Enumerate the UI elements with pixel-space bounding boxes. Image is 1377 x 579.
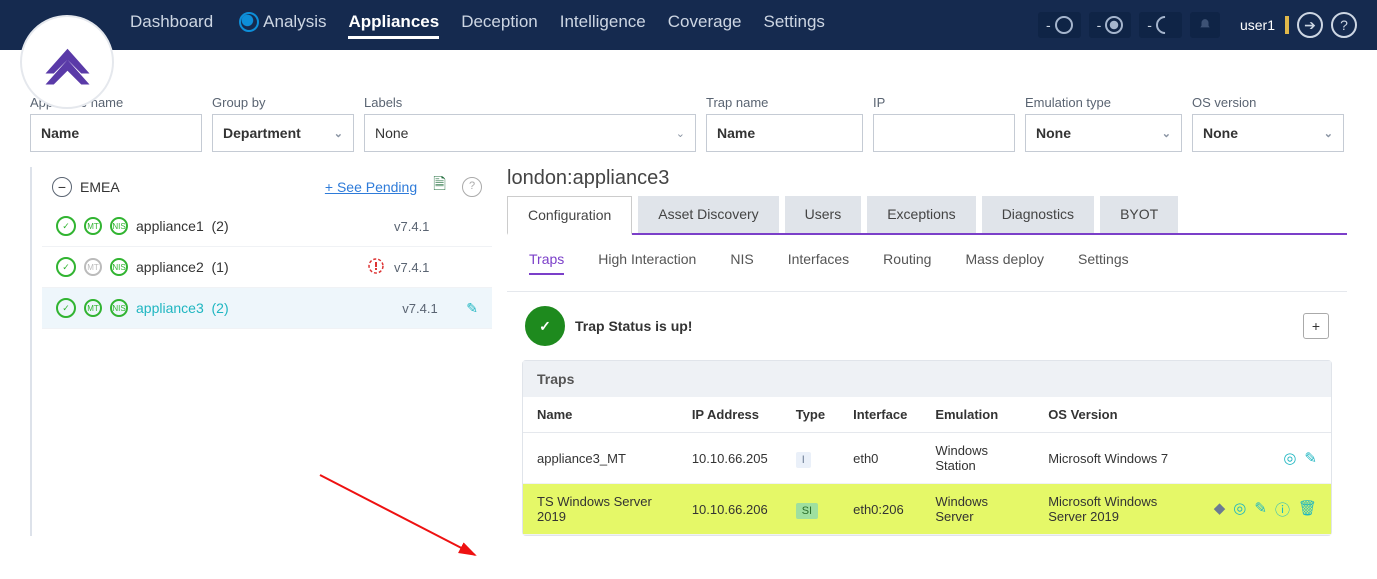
filter-label: Emulation type bbox=[1025, 95, 1182, 110]
analysis-ring-icon bbox=[239, 12, 259, 32]
logout-button[interactable]: ➔ bbox=[1297, 12, 1323, 38]
traps-table: Name IP Address Type Interface Emulation… bbox=[523, 397, 1331, 535]
tab-diagnostics[interactable]: Diagnostics bbox=[982, 196, 1094, 233]
badge-mt-icon: MT bbox=[84, 217, 102, 235]
tag-icon[interactable]: ◆ bbox=[1214, 499, 1226, 520]
chevron-down-icon: ⌄ bbox=[1162, 127, 1171, 140]
appliance-name-input[interactable]: Name bbox=[30, 114, 202, 152]
nav-intelligence[interactable]: Intelligence bbox=[560, 12, 646, 39]
subtab-mass-deploy[interactable]: Mass deploy bbox=[965, 251, 1044, 275]
status-pill-1[interactable]: - bbox=[1038, 12, 1081, 38]
status-ok-icon: ✓ bbox=[56, 257, 76, 277]
filter-label: IP bbox=[873, 95, 1015, 110]
target-icon[interactable]: ◎ bbox=[1233, 499, 1246, 520]
appliance-tree: − EMEA + See Pending 🗎 ? ✓ MT NIS applia… bbox=[30, 167, 492, 536]
dot-circle-icon bbox=[1105, 16, 1123, 34]
top-nav-bar: Dashboard Analysis Appliances Deception … bbox=[0, 0, 1377, 50]
partial-circle-icon bbox=[1152, 12, 1177, 37]
detail-title: london:appliance3 bbox=[507, 167, 1347, 190]
type-badge: SI bbox=[796, 503, 818, 519]
emulation-select[interactable]: None⌄ bbox=[1025, 114, 1182, 152]
os-select[interactable]: None⌄ bbox=[1192, 114, 1344, 152]
see-pending-link[interactable]: + See Pending bbox=[325, 179, 417, 195]
group-by-select[interactable]: Department⌄ bbox=[212, 114, 354, 152]
circle-icon bbox=[1055, 16, 1073, 34]
edit-icon[interactable]: ✎ bbox=[466, 300, 478, 317]
col-type[interactable]: Type bbox=[782, 397, 839, 433]
help-button[interactable]: ? bbox=[1331, 12, 1357, 38]
status-ok-icon: ✓ bbox=[56, 216, 76, 236]
nav-analysis[interactable]: Analysis bbox=[235, 12, 326, 39]
chevron-down-icon: ⌄ bbox=[334, 127, 343, 140]
badge-mt-icon: MT bbox=[84, 299, 102, 317]
trap-row[interactable]: appliance3_MT 10.10.66.205 I eth0 Window… bbox=[523, 433, 1331, 484]
tab-configuration[interactable]: Configuration bbox=[507, 196, 632, 235]
subtab-traps[interactable]: Traps bbox=[529, 251, 564, 275]
filter-bar: Appliance nameName Group byDepartment⌄ L… bbox=[0, 50, 1377, 167]
nav-appliances[interactable]: Appliances bbox=[348, 12, 439, 39]
nav-dashboard[interactable]: Dashboard bbox=[130, 12, 213, 39]
subtab-interfaces[interactable]: Interfaces bbox=[788, 251, 849, 275]
user-label[interactable]: user1 bbox=[1240, 17, 1275, 33]
labels-select[interactable]: None⌄ bbox=[364, 114, 696, 152]
badge-nis-icon: NIS bbox=[110, 258, 128, 276]
nav-coverage[interactable]: Coverage bbox=[668, 12, 742, 39]
col-ip[interactable]: IP Address bbox=[678, 397, 782, 433]
trap-name-input[interactable]: Name bbox=[706, 114, 863, 152]
delete-icon[interactable]: 🗑 bbox=[1298, 499, 1317, 520]
status-text: Trap Status is up! bbox=[575, 318, 692, 334]
user-divider-icon bbox=[1285, 16, 1289, 34]
ip-input[interactable] bbox=[873, 114, 1015, 152]
appliance-row-selected[interactable]: ✓ MT NIS appliance3 (2) v7.4.1 ✎ bbox=[42, 288, 492, 329]
filter-label: Group by bbox=[212, 95, 354, 110]
status-pill-3[interactable]: - bbox=[1139, 12, 1182, 38]
filter-label: Labels bbox=[364, 95, 696, 110]
nav-deception[interactable]: Deception bbox=[461, 12, 538, 39]
appliance-row[interactable]: ✓ MT NIS appliance2 (1) v7.4.1 bbox=[42, 247, 492, 288]
export-excel-icon[interactable]: 🗎 bbox=[433, 173, 446, 200]
subtab-routing[interactable]: Routing bbox=[883, 251, 931, 275]
target-icon[interactable]: ◎ bbox=[1283, 449, 1296, 467]
traps-section-header: Traps bbox=[523, 361, 1331, 397]
group-name: EMEA bbox=[80, 179, 120, 195]
info-icon[interactable]: ⓘ bbox=[1275, 499, 1290, 520]
nav-settings[interactable]: Settings bbox=[763, 12, 824, 39]
brand-logo bbox=[20, 15, 114, 109]
badge-nis-icon: NIS bbox=[110, 299, 128, 317]
col-emulation[interactable]: Emulation bbox=[921, 397, 1034, 433]
info-icon[interactable]: ? bbox=[462, 177, 482, 197]
tab-byot[interactable]: BYOT bbox=[1100, 196, 1178, 233]
status-up-icon: ✓ bbox=[525, 306, 565, 346]
type-badge: I bbox=[796, 452, 811, 468]
badge-nis-icon: NIS bbox=[110, 217, 128, 235]
tab-exceptions[interactable]: Exceptions bbox=[867, 196, 975, 233]
detail-panel: london:appliance3 Configuration Asset Di… bbox=[492, 167, 1347, 536]
trap-row-highlighted[interactable]: TS Windows Server 2019 10.10.66.206 SI e… bbox=[523, 484, 1331, 535]
add-trap-button[interactable]: + bbox=[1303, 313, 1329, 339]
col-interface[interactable]: Interface bbox=[839, 397, 921, 433]
filter-label: OS version bbox=[1192, 95, 1344, 110]
status-ok-icon: ✓ bbox=[56, 298, 76, 318]
filter-label: Trap name bbox=[706, 95, 863, 110]
chevron-down-icon: ⌄ bbox=[1324, 127, 1333, 140]
notifications-button[interactable] bbox=[1190, 12, 1220, 38]
edit-icon[interactable]: ✎ bbox=[1304, 449, 1317, 467]
appliance-row[interactable]: ✓ MT NIS appliance1 (2) v7.4.1 bbox=[42, 206, 492, 247]
subtab-settings[interactable]: Settings bbox=[1078, 251, 1129, 275]
collapse-button[interactable]: − bbox=[52, 177, 72, 197]
tab-users[interactable]: Users bbox=[785, 196, 862, 233]
chevron-down-icon: ⌄ bbox=[676, 127, 685, 140]
col-os[interactable]: OS Version bbox=[1034, 397, 1200, 433]
col-name[interactable]: Name bbox=[523, 397, 678, 433]
subtab-high-interaction[interactable]: High Interaction bbox=[598, 251, 696, 275]
status-pill-2[interactable]: - bbox=[1089, 12, 1132, 38]
warning-icon bbox=[368, 258, 386, 277]
tab-asset-discovery[interactable]: Asset Discovery bbox=[638, 196, 778, 233]
subtab-nis[interactable]: NIS bbox=[730, 251, 753, 275]
badge-mt-icon: MT bbox=[84, 258, 102, 276]
edit-icon[interactable]: ✎ bbox=[1254, 499, 1267, 520]
